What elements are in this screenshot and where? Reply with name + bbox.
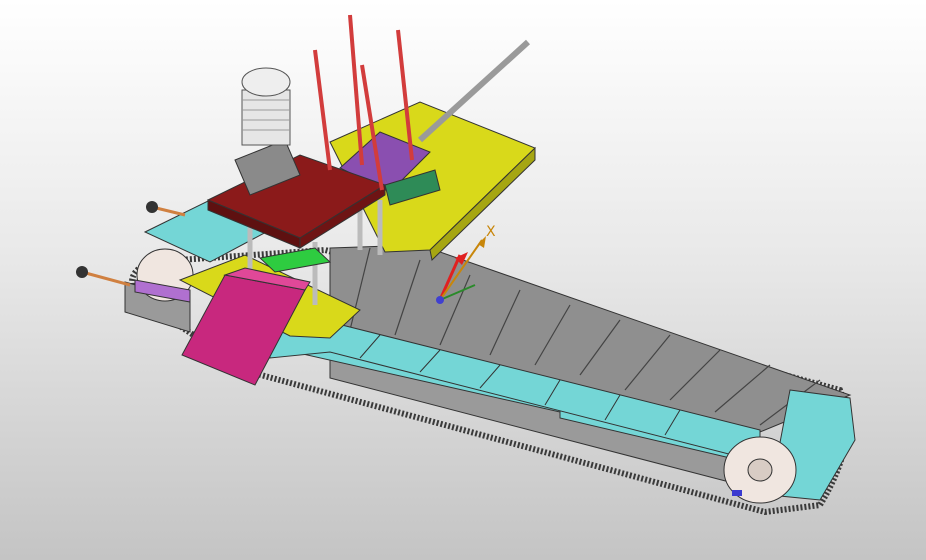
conveyor-assembly-model[interactable]: X <box>0 0 926 560</box>
motor-fan-cover <box>241 67 291 97</box>
motor-body <box>241 89 291 146</box>
adjust-knob-lower <box>76 266 88 278</box>
adjust-bolt-lower <box>81 270 131 287</box>
triad-x-label: X <box>486 224 496 240</box>
blue-fastener <box>732 490 742 496</box>
adjust-knob-upper <box>146 201 158 213</box>
triad-x-arrow <box>478 236 486 248</box>
triad-origin <box>436 296 444 304</box>
cad-viewport[interactable]: X <box>0 0 926 560</box>
right-pulley-hub <box>747 458 773 482</box>
gear-motor[interactable] <box>234 67 301 196</box>
